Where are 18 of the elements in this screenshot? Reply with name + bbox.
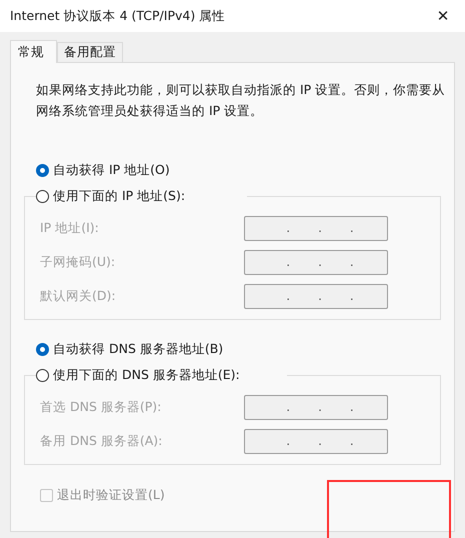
field-label: 首选 DNS 服务器(P): bbox=[40, 398, 162, 416]
window-title: Internet 协议版本 4 (TCP/IPv4) 属性 bbox=[10, 8, 226, 24]
tab[interactable]: 常规 bbox=[10, 40, 57, 63]
tab[interactable]: 备用配置 bbox=[57, 42, 123, 62]
description-text: 如果网络支持此功能，则可以获取自动指派的 IP 设置。否则，你需要从网络系统管理员处获得适当的 IP 设置。 bbox=[36, 81, 446, 120]
radio-label: 自动获得 DNS 服务器地址(B) bbox=[53, 340, 224, 358]
field-label: 默认网关(D): bbox=[40, 288, 116, 304]
field-label: IP 地址(I): bbox=[40, 220, 99, 236]
radio-label: 使用下面的 IP 地址(S): bbox=[53, 188, 186, 204]
radio-label: 使用下面的 DNS 服务器地址(E): bbox=[53, 366, 240, 384]
checkbox-label: 退出时验证设置(L) bbox=[57, 487, 165, 504]
radio-button[interactable] bbox=[36, 190, 49, 202]
field-label: 子网掩码(U): bbox=[40, 254, 116, 270]
radio-button[interactable] bbox=[36, 164, 49, 176]
radio-button[interactable] bbox=[36, 368, 49, 382]
radio-button[interactable] bbox=[36, 342, 49, 356]
field-label: 备用 DNS 服务器(A): bbox=[40, 432, 162, 450]
radio-label: 自动获得 IP 地址(O) bbox=[53, 162, 170, 178]
